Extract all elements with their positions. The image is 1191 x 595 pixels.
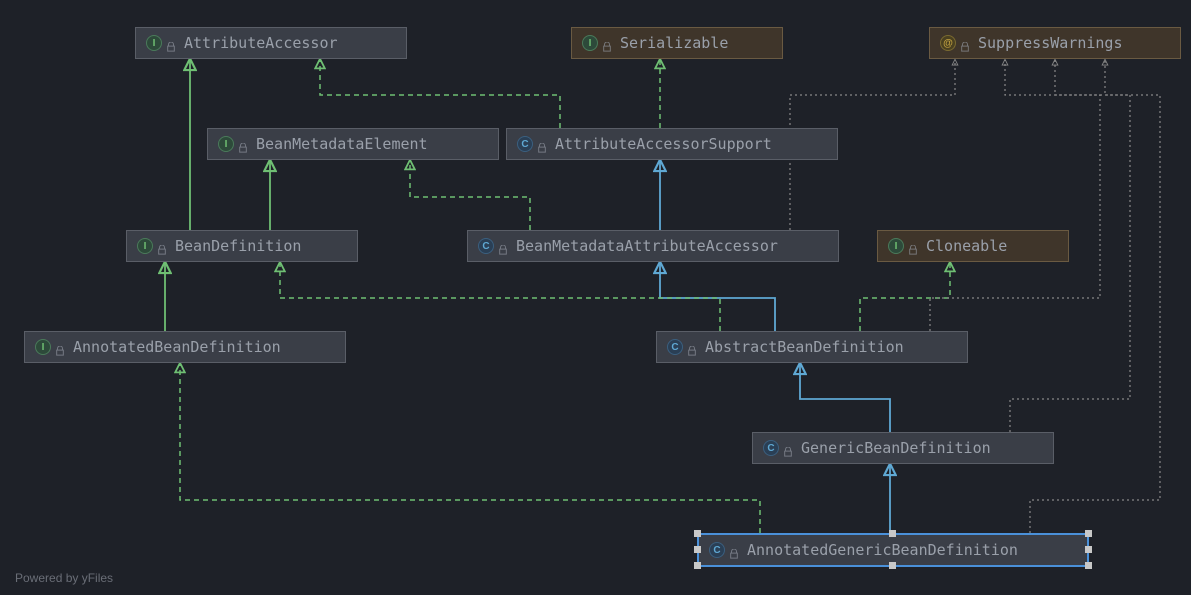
lock-icon bbox=[157, 241, 167, 251]
node-attributeAccessorSupport[interactable]: C AttributeAccessorSupport bbox=[506, 128, 838, 160]
node-beanMetadataAttributeAccessor[interactable]: C BeanMetadataAttributeAccessor bbox=[467, 230, 839, 262]
class-icon: C bbox=[478, 238, 494, 254]
node-label: AnnotatedGenericBeanDefinition bbox=[747, 541, 1018, 559]
lock-icon bbox=[960, 38, 970, 48]
node-suppressWarnings[interactable]: @ SuppressWarnings bbox=[929, 27, 1181, 59]
class-abstract-icon: C bbox=[517, 136, 533, 152]
node-cloneable[interactable]: I Cloneable bbox=[877, 230, 1069, 262]
node-beanMetadataElement[interactable]: I BeanMetadataElement bbox=[207, 128, 499, 160]
node-label: GenericBeanDefinition bbox=[801, 439, 991, 457]
lock-icon bbox=[498, 241, 508, 251]
class-icon: C bbox=[763, 440, 779, 456]
selection-handle[interactable] bbox=[1085, 530, 1092, 537]
class-icon: C bbox=[709, 542, 725, 558]
lock-icon bbox=[602, 38, 612, 48]
node-label: BeanDefinition bbox=[175, 237, 301, 255]
selection-handle[interactable] bbox=[1085, 546, 1092, 553]
node-label: AnnotatedBeanDefinition bbox=[73, 338, 281, 356]
lock-icon bbox=[783, 443, 793, 453]
node-label: AbstractBeanDefinition bbox=[705, 338, 904, 356]
lock-icon bbox=[55, 342, 65, 352]
annotation-icon: @ bbox=[940, 35, 956, 51]
lock-icon bbox=[687, 342, 697, 352]
node-label: Serializable bbox=[620, 34, 728, 52]
footer-credit: Powered by yFiles bbox=[15, 571, 113, 585]
interface-icon: I bbox=[146, 35, 162, 51]
node-label: AttributeAccessorSupport bbox=[555, 135, 772, 153]
lock-icon bbox=[238, 139, 248, 149]
node-attributeAccessor[interactable]: I AttributeAccessor bbox=[135, 27, 407, 59]
node-label: Cloneable bbox=[926, 237, 1007, 255]
node-beanDefinition[interactable]: I BeanDefinition bbox=[126, 230, 358, 262]
interface-icon: I bbox=[35, 339, 51, 355]
lock-icon bbox=[537, 139, 547, 149]
selection-handle[interactable] bbox=[694, 530, 701, 537]
diagram-edges bbox=[0, 0, 1191, 595]
node-serializable[interactable]: I Serializable bbox=[571, 27, 783, 59]
selection-handle[interactable] bbox=[694, 562, 701, 569]
node-annotatedBeanDefinition[interactable]: I AnnotatedBeanDefinition bbox=[24, 331, 346, 363]
selection-handle[interactable] bbox=[889, 530, 896, 537]
class-abstract-icon: C bbox=[667, 339, 683, 355]
interface-icon: I bbox=[888, 238, 904, 254]
node-label: SuppressWarnings bbox=[978, 34, 1123, 52]
interface-icon: I bbox=[137, 238, 153, 254]
selection-handle[interactable] bbox=[1085, 562, 1092, 569]
interface-icon: I bbox=[582, 35, 598, 51]
lock-icon bbox=[908, 241, 918, 251]
lock-icon bbox=[729, 545, 739, 555]
node-abstractBeanDefinition[interactable]: C AbstractBeanDefinition bbox=[656, 331, 968, 363]
node-label: BeanMetadataAttributeAccessor bbox=[516, 237, 778, 255]
interface-icon: I bbox=[218, 136, 234, 152]
node-genericBeanDefinition[interactable]: C GenericBeanDefinition bbox=[752, 432, 1054, 464]
lock-icon bbox=[166, 38, 176, 48]
selection-handle[interactable] bbox=[889, 562, 896, 569]
selection-handle[interactable] bbox=[694, 546, 701, 553]
node-label: AttributeAccessor bbox=[184, 34, 338, 52]
node-label: BeanMetadataElement bbox=[256, 135, 428, 153]
